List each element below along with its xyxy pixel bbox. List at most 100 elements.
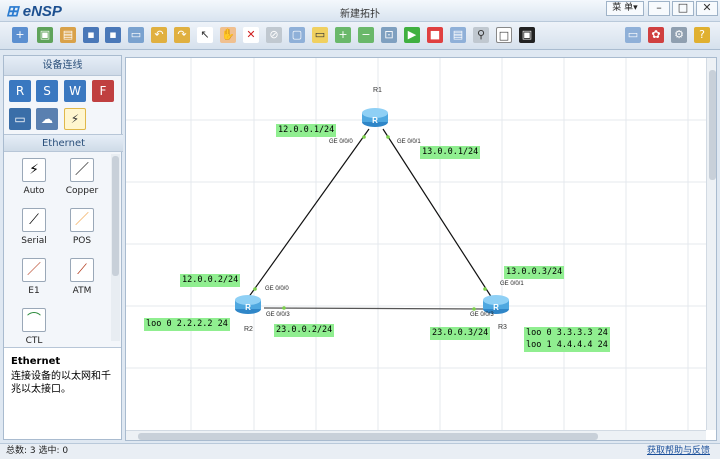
port-label-r1-g000: GE 0/0/0: [329, 139, 353, 145]
cable-copper[interactable]: ／ Copper: [62, 158, 102, 200]
capture-icon[interactable]: ⚲: [473, 27, 489, 43]
ip-label-r2-top[interactable]: 12.0.0.2/24: [180, 274, 241, 287]
description-box: Ethernet 连接设备的以太网和千兆以太接口。: [4, 347, 121, 439]
menu-button[interactable]: 菜 单▾: [606, 1, 644, 16]
node-label-r2: R2: [244, 326, 253, 333]
ip-label-r3-bottom[interactable]: 23.0.0.3/24: [430, 327, 491, 340]
cable-ctl[interactable]: ⌒ CTL: [14, 308, 54, 350]
router-r3-icon[interactable]: R: [482, 293, 510, 314]
undo-icon[interactable]: ↶: [151, 27, 167, 43]
cable-list-scrollbar[interactable]: [111, 154, 120, 341]
screenshot-icon[interactable]: ▣: [519, 27, 535, 43]
node-label-r1: R1: [373, 87, 382, 94]
maximize-button[interactable]: □: [672, 1, 694, 16]
delete-link-icon[interactable]: ⊘: [266, 27, 282, 43]
port-label-r3-g003: GE 0/0/3: [470, 312, 494, 318]
cable-category-icon[interactable]: ⚡: [64, 108, 86, 130]
stop-device-icon[interactable]: ■: [427, 27, 443, 43]
select-pointer-icon[interactable]: ↖: [197, 27, 213, 43]
redo-icon[interactable]: ↷: [174, 27, 190, 43]
copper-cable-icon: ／: [70, 158, 94, 182]
cable-ctl-label: CTL: [25, 336, 43, 346]
toolbar: + ▣ ▤ ▪ ▪ ▭ ↶ ↷ ↖ ✋ ✕ ⊘ ▢ ▭ + − ⊡ ▶ ■ ▤ …: [0, 22, 720, 50]
save-icon[interactable]: ▪: [83, 27, 99, 43]
atm-cable-icon: ⟋: [70, 258, 94, 282]
print-icon[interactable]: ▭: [128, 27, 144, 43]
svg-text:R: R: [493, 303, 499, 312]
port-label-r3-g001: GE 0/0/1: [500, 281, 524, 287]
open-icon[interactable]: ▤: [60, 27, 76, 43]
device-row-2: ▭ ☁ ⚡: [4, 106, 123, 132]
ip-label-r1-left[interactable]: 12.0.0.1/24: [276, 124, 337, 137]
ip-label-r1-right[interactable]: 13.0.0.1/24: [420, 146, 481, 159]
status-count: 总数: 3 选中: 0: [6, 446, 69, 456]
cable-serial[interactable]: ⟋ Serial: [14, 208, 54, 250]
category-title: Ethernet: [4, 134, 123, 152]
canvas-grid: [126, 58, 706, 430]
palette-icon[interactable]: ▭: [312, 27, 328, 43]
delete-icon[interactable]: ✕: [243, 27, 259, 43]
port-indicator: [483, 287, 487, 291]
topology-icon[interactable]: □: [496, 27, 512, 43]
new-topology-icon[interactable]: +: [12, 27, 28, 43]
serial-cable-icon: ⟋: [22, 208, 46, 232]
device-panel: 设备连线 R S W F ▭ ☁ ⚡ Ethernet ⚡ Auto ／ Cop…: [3, 55, 123, 440]
cable-auto[interactable]: ⚡ Auto: [14, 158, 54, 200]
cable-atm-label: ATM: [72, 286, 92, 296]
fit-view-icon[interactable]: ⊡: [381, 27, 397, 43]
link-r2-r3[interactable]: [263, 307, 485, 310]
new-example-icon[interactable]: ▣: [37, 27, 53, 43]
cable-copper-label: Copper: [65, 186, 99, 196]
auto-cable-icon: ⚡: [22, 158, 46, 182]
help-feedback-link[interactable]: 获取帮助与反馈: [647, 444, 710, 459]
start-device-icon[interactable]: ▶: [404, 27, 420, 43]
port-indicator: [362, 135, 366, 139]
link-r1-r2[interactable]: [247, 128, 370, 299]
pc-category-icon[interactable]: ▭: [9, 108, 31, 130]
cloud-category-icon[interactable]: ☁: [36, 108, 58, 130]
save-as-icon[interactable]: ▪: [105, 27, 121, 43]
cable-pos[interactable]: ／ POS: [62, 208, 102, 250]
close-button[interactable]: ✕: [696, 1, 718, 16]
ip-label-r3-top[interactable]: 13.0.0.3/24: [504, 266, 565, 279]
port-label-r2-g000: GE 0/0/0: [265, 286, 289, 292]
settings-gear-icon[interactable]: ⚙: [671, 27, 687, 43]
huawei-icon[interactable]: ✿: [648, 27, 664, 43]
router-r1-icon[interactable]: R: [361, 106, 389, 127]
port-indicator: [253, 287, 257, 291]
cable-pos-label: POS: [72, 236, 92, 246]
text-icon[interactable]: ▢: [289, 27, 305, 43]
description-title: Ethernet: [11, 356, 61, 367]
pan-hand-icon[interactable]: ✋: [220, 27, 236, 43]
switch-category-icon[interactable]: S: [36, 80, 58, 102]
ip-label-r2-bottom[interactable]: 23.0.0.2/24: [274, 324, 335, 337]
minimize-button[interactable]: –: [648, 1, 670, 16]
router-r2-icon[interactable]: R: [234, 293, 262, 314]
port-label-r1-g001: GE 0/0/1: [397, 139, 421, 145]
description-text: 连接设备的以太网和千兆以太接口。: [11, 371, 111, 395]
port-indicator: [472, 307, 476, 311]
cable-auto-label: Auto: [23, 186, 45, 196]
zoom-out-icon[interactable]: −: [358, 27, 374, 43]
canvas-horizontal-scrollbar[interactable]: [126, 430, 706, 440]
cli-icon[interactable]: ▤: [450, 27, 466, 43]
chat-icon[interactable]: ▭: [625, 27, 641, 43]
ip-label-r2-loopback[interactable]: loo 0 2.2.2.2 24: [144, 318, 230, 331]
firewall-category-icon[interactable]: F: [92, 80, 114, 102]
e1-cable-icon: ／: [22, 258, 46, 282]
cable-e1[interactable]: ／ E1: [14, 258, 54, 300]
canvas-vertical-scrollbar[interactable]: [706, 58, 716, 430]
port-indicator: [282, 306, 286, 310]
topology-canvas[interactable]: R R R R1 R2 R3 GE 0/0/0 GE 0/0/1 GE 0/0/…: [125, 57, 717, 441]
cable-atm[interactable]: ⟋ ATM: [62, 258, 102, 300]
wlan-category-icon[interactable]: W: [64, 80, 86, 102]
port-indicator: [386, 135, 390, 139]
node-label-r3: R3: [498, 324, 507, 331]
help-icon[interactable]: ?: [694, 27, 710, 43]
pos-cable-icon: ／: [70, 208, 94, 232]
cable-e1-label: E1: [28, 286, 40, 296]
zoom-in-icon[interactable]: +: [335, 27, 351, 43]
port-label-r2-g003: GE 0/0/3: [266, 312, 290, 318]
router-category-icon[interactable]: R: [9, 80, 31, 102]
ip-label-r3-loopback-1[interactable]: loo 1 4.4.4.4 24: [524, 339, 610, 352]
